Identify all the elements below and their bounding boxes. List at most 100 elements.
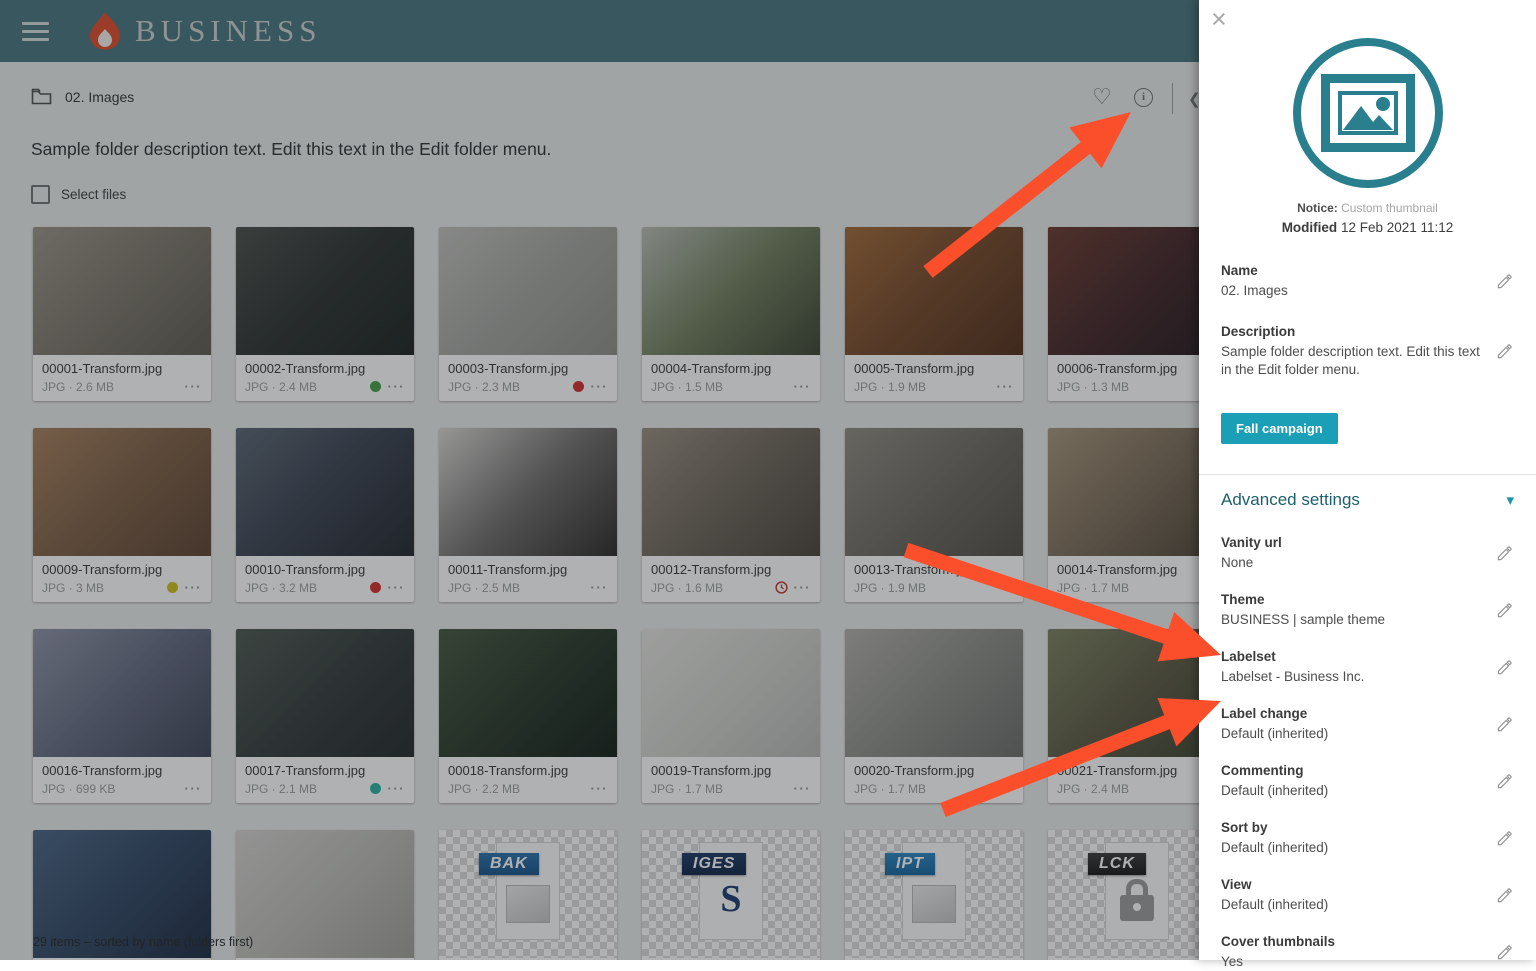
setting-value: 02. Images [1221, 282, 1484, 300]
file-thumbnail[interactable]: LCK [1048, 830, 1199, 958]
file-thumbnail[interactable] [1048, 428, 1199, 556]
select-files-row[interactable]: Select files [31, 185, 126, 204]
file-card[interactable]: 00019-Transform.jpgJPG · 1.7 MB··· [642, 629, 820, 803]
settings-item: Label changeDefault (inherited) [1221, 706, 1514, 743]
edit-icon[interactable] [1496, 830, 1514, 848]
file-card[interactable]: 00009-Transform.jpgJPG · 3 MB··· [33, 428, 211, 602]
setting-label: Label change [1221, 706, 1484, 722]
file-thumbnail[interactable] [33, 227, 211, 355]
more-options-icon[interactable]: ··· [997, 379, 1015, 394]
file-card[interactable]: 00014-Transform.jpgJPG · 1.7 MB [1048, 428, 1199, 602]
file-card[interactable]: LCKlck.png [1048, 830, 1199, 960]
favorite-heart-icon[interactable]: ♡ [1092, 84, 1112, 110]
file-card[interactable]: 00004-Transform.jpgJPG · 1.5 MB··· [642, 227, 820, 401]
file-thumbnail[interactable]: BAK [439, 830, 617, 958]
file-name: 00014-Transform.jpg [1057, 562, 1199, 577]
edit-icon[interactable] [1496, 887, 1514, 905]
file-thumbnail[interactable] [33, 428, 211, 556]
more-options-icon[interactable]: ··· [591, 781, 609, 796]
file-card[interactable]: 00005-Transform.jpgJPG · 1.9 MB··· [845, 227, 1023, 401]
file-card[interactable]: IGESSiges.png [642, 830, 820, 960]
file-size: JPG · 2.4 MB [245, 380, 370, 394]
edit-icon[interactable] [1496, 273, 1514, 291]
file-thumbnail[interactable] [642, 428, 820, 556]
share-icon[interactable]: ❮ [1188, 90, 1199, 108]
file-card[interactable]: 00017-Transform.jpgJPG · 2.1 MB··· [236, 629, 414, 803]
file-card[interactable]: 00002-Transform.jpgJPG · 2.4 MB··· [236, 227, 414, 401]
file-thumbnail[interactable] [236, 227, 414, 355]
more-options-icon[interactable]: ··· [794, 580, 812, 595]
more-options-icon[interactable]: ··· [997, 781, 1015, 796]
close-icon[interactable]: × [1211, 6, 1227, 33]
file-thumbnail[interactable] [439, 428, 617, 556]
file-thumbnail[interactable] [845, 428, 1023, 556]
file-thumbnail[interactable] [236, 830, 414, 958]
edit-icon[interactable] [1496, 944, 1514, 962]
file-card[interactable]: BAKbak.png [439, 830, 617, 960]
more-options-icon[interactable]: ··· [185, 379, 203, 394]
file-thumbnail[interactable] [1048, 227, 1199, 355]
file-size: JPG · 699 KB [42, 782, 185, 796]
more-options-icon[interactable]: ··· [997, 580, 1015, 595]
file-meta: 00021-Transform.jpgJPG · 2.4 MB [1048, 757, 1199, 803]
file-thumbnail[interactable]: IGESS [642, 830, 820, 958]
file-thumbnail[interactable] [845, 629, 1023, 757]
file-card[interactable]: 00012-Transform.jpgJPG · 1.6 MB··· [642, 428, 820, 602]
status-dot-icon [573, 381, 584, 392]
notice-line: Notice: Custom thumbnail [1221, 201, 1514, 215]
file-thumbnail[interactable] [642, 227, 820, 355]
file-thumbnail[interactable] [33, 629, 211, 757]
edit-icon[interactable] [1496, 716, 1514, 734]
file-card[interactable]: IPTipt.png [845, 830, 1023, 960]
advanced-settings-toggle[interactable]: Advanced settings ▾ [1221, 490, 1514, 510]
edit-icon[interactable] [1496, 773, 1514, 791]
more-options-icon[interactable]: ··· [591, 379, 609, 394]
file-meta: 00014-Transform.jpgJPG · 1.7 MB [1048, 556, 1199, 602]
more-options-icon[interactable]: ··· [185, 580, 203, 595]
file-thumbnail[interactable] [439, 227, 617, 355]
file-card[interactable]: 00001-Transform.jpgJPG · 2.6 MB··· [33, 227, 211, 401]
setting-label: Labelset [1221, 649, 1484, 665]
chevron-down-icon[interactable]: ▾ [1506, 491, 1514, 509]
file-card[interactable]: 00006-Transform.jpgJPG · 1.3 MB [1048, 227, 1199, 401]
file-name: 00006-Transform.jpg [1057, 361, 1199, 376]
file-card[interactable]: 00021-Transform.jpgJPG · 2.4 MB [1048, 629, 1199, 803]
file-name: 00016-Transform.jpg [42, 763, 202, 778]
fall-campaign-tag-button[interactable]: Fall campaign [1221, 413, 1338, 444]
file-size: JPG · 2.4 MB [1057, 782, 1199, 796]
more-options-icon[interactable]: ··· [388, 781, 406, 796]
more-options-icon[interactable]: ··· [591, 580, 609, 595]
file-card[interactable]: 00013-Transform.jpgJPG · 1.9 MB··· [845, 428, 1023, 602]
file-size: JPG · 2.6 MB [42, 380, 185, 394]
more-options-icon[interactable]: ··· [185, 781, 203, 796]
file-thumbnail[interactable]: IPT [845, 830, 1023, 958]
edit-icon[interactable] [1496, 545, 1514, 563]
file-card[interactable]: 00003-Transform.jpgJPG · 2.3 MB··· [439, 227, 617, 401]
select-files-label: Select files [61, 187, 126, 202]
file-card[interactable]: 00016-Transform.jpg JPG · 699 KB··· [33, 629, 211, 803]
file-meta: 00005-Transform.jpgJPG · 1.9 MB··· [845, 355, 1023, 401]
file-card[interactable]: 00010-Transform.jpgJPG · 3.2 MB··· [236, 428, 414, 602]
info-icon[interactable]: i [1134, 88, 1153, 107]
file-card[interactable]: 00018-Transform.jpgJPG · 2.2 MB··· [439, 629, 617, 803]
file-thumbnail[interactable] [236, 629, 414, 757]
edit-icon[interactable] [1496, 343, 1514, 361]
file-card[interactable]: 00020-Transform.jpgJPG · 1.7 MB··· [845, 629, 1023, 803]
file-thumbnail[interactable] [845, 227, 1023, 355]
select-files-checkbox[interactable] [31, 185, 50, 204]
menu-icon[interactable] [22, 17, 49, 46]
file-thumbnail[interactable] [439, 629, 617, 757]
file-thumbnail[interactable] [1048, 629, 1199, 757]
edit-icon[interactable] [1496, 659, 1514, 677]
file-card[interactable]: 00024-Transform.jpg [236, 830, 414, 960]
file-card[interactable]: 00011-Transform.jpgJPG · 2.5 MB··· [439, 428, 617, 602]
more-options-icon[interactable]: ··· [388, 580, 406, 595]
more-options-icon[interactable]: ··· [794, 379, 812, 394]
file-meta: 00002-Transform.jpgJPG · 2.4 MB··· [236, 355, 414, 401]
more-options-icon[interactable]: ··· [388, 379, 406, 394]
edit-icon[interactable] [1496, 602, 1514, 620]
file-thumbnail[interactable] [642, 629, 820, 757]
file-thumbnail[interactable] [236, 428, 414, 556]
more-options-icon[interactable]: ··· [794, 781, 812, 796]
toolbar-divider [1172, 83, 1173, 114]
